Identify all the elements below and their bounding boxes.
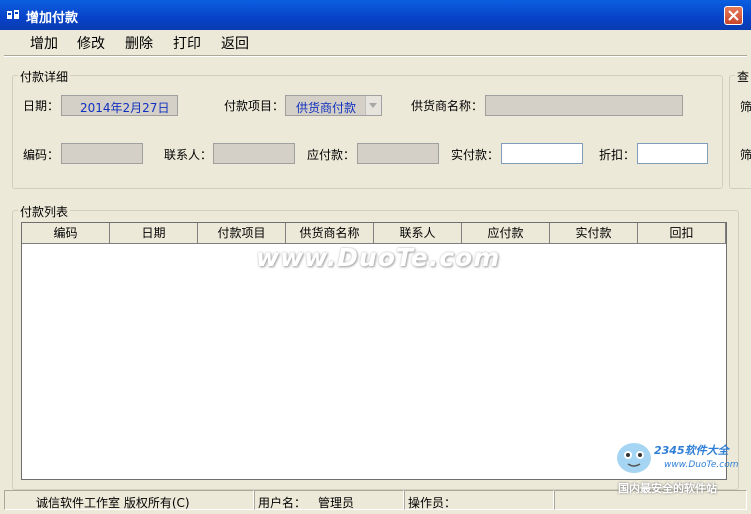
column-header-date[interactable]: 日期	[110, 223, 198, 243]
user-value: 管理员	[318, 496, 355, 510]
site-slogan: 国内最安全的软件站	[618, 482, 717, 495]
status-copyright-panel: 诚信软件工作室 版权所有(C)	[4, 490, 254, 510]
code-label: 编码：	[23, 148, 60, 162]
brand-text: 2345软件大全	[654, 444, 729, 457]
payable-field[interactable]	[357, 143, 439, 164]
menu-edit[interactable]: 修改	[77, 33, 105, 53]
close-icon	[728, 10, 739, 21]
date-label: 日期：	[23, 99, 60, 113]
query-group	[729, 75, 751, 189]
menu-delete[interactable]: 删除	[125, 33, 153, 53]
payment-item-label: 付款项目：	[224, 99, 285, 113]
column-header-payable[interactable]: 应付款	[462, 223, 550, 243]
discount-label: 折扣：	[599, 148, 636, 162]
column-header-actual-payment[interactable]: 实付款	[550, 223, 638, 243]
payment-detail-legend: 付款详细	[18, 68, 71, 85]
column-header-contact[interactable]: 联系人	[374, 223, 462, 243]
query-filter-label-1: 筛	[740, 100, 751, 114]
payment-list-legend: 付款列表	[18, 203, 71, 220]
status-operator-panel: 操作员：	[404, 490, 554, 510]
payment-item-select[interactable]: 供货商付款	[285, 95, 382, 116]
query-legend: 查	[735, 68, 751, 85]
actual-payment-input[interactable]	[501, 143, 583, 164]
column-header-rebate[interactable]: 回扣	[638, 223, 726, 243]
grid-header: 编码 日期 付款项目 供货商名称 联系人 应付款 实付款 回扣	[22, 223, 726, 244]
contact-label: 联系人：	[164, 148, 213, 162]
duote-watermark: www.DuoTe.com	[256, 243, 501, 272]
column-header-supplier-name[interactable]: 供货商名称	[286, 223, 374, 243]
payment-detail-group	[12, 75, 723, 189]
column-header-payment-item[interactable]: 付款项目	[198, 223, 286, 243]
menu-bar: 增加 修改 删除 打印 返回	[4, 30, 747, 54]
mascot-icon	[617, 443, 651, 473]
chevron-down-icon	[369, 103, 377, 108]
query-filter-label-2: 筛	[740, 148, 751, 162]
date-field[interactable]: 2014年2月27日	[61, 95, 178, 116]
code-field[interactable]	[61, 143, 143, 164]
column-header-code[interactable]: 编码	[22, 223, 110, 243]
discount-input[interactable]	[637, 143, 708, 164]
supplier-name-field[interactable]	[485, 95, 683, 116]
payment-item-value: 供货商付款	[296, 101, 357, 115]
window-title: 增加付款	[26, 11, 79, 26]
copyright-text: 诚信软件工作室 版权所有(C)	[36, 496, 190, 510]
app-icon	[7, 10, 19, 19]
site-url: www.DuoTe.com	[664, 460, 739, 470]
close-button[interactable]	[724, 6, 743, 25]
user-label: 用户名：	[258, 496, 307, 510]
actual-payment-label: 实付款：	[451, 148, 500, 162]
date-value: 2014年2月27日	[80, 101, 170, 115]
status-user-panel: 用户名： 管理员	[254, 490, 404, 510]
site-logo: 2345软件大全 www.DuoTe.com 国内最安全的软件站	[610, 436, 750, 495]
payable-label: 应付款：	[307, 148, 356, 162]
menu-return[interactable]: 返回	[221, 33, 249, 53]
title-bar: 增加付款	[0, 0, 751, 30]
dropdown-button[interactable]	[365, 96, 381, 115]
menu-separator	[4, 55, 747, 57]
supplier-name-label: 供货商名称：	[411, 99, 484, 113]
operator-label: 操作员：	[408, 496, 457, 510]
menu-add[interactable]: 增加	[30, 33, 58, 53]
menu-print[interactable]: 打印	[173, 33, 201, 53]
contact-field[interactable]	[213, 143, 295, 164]
